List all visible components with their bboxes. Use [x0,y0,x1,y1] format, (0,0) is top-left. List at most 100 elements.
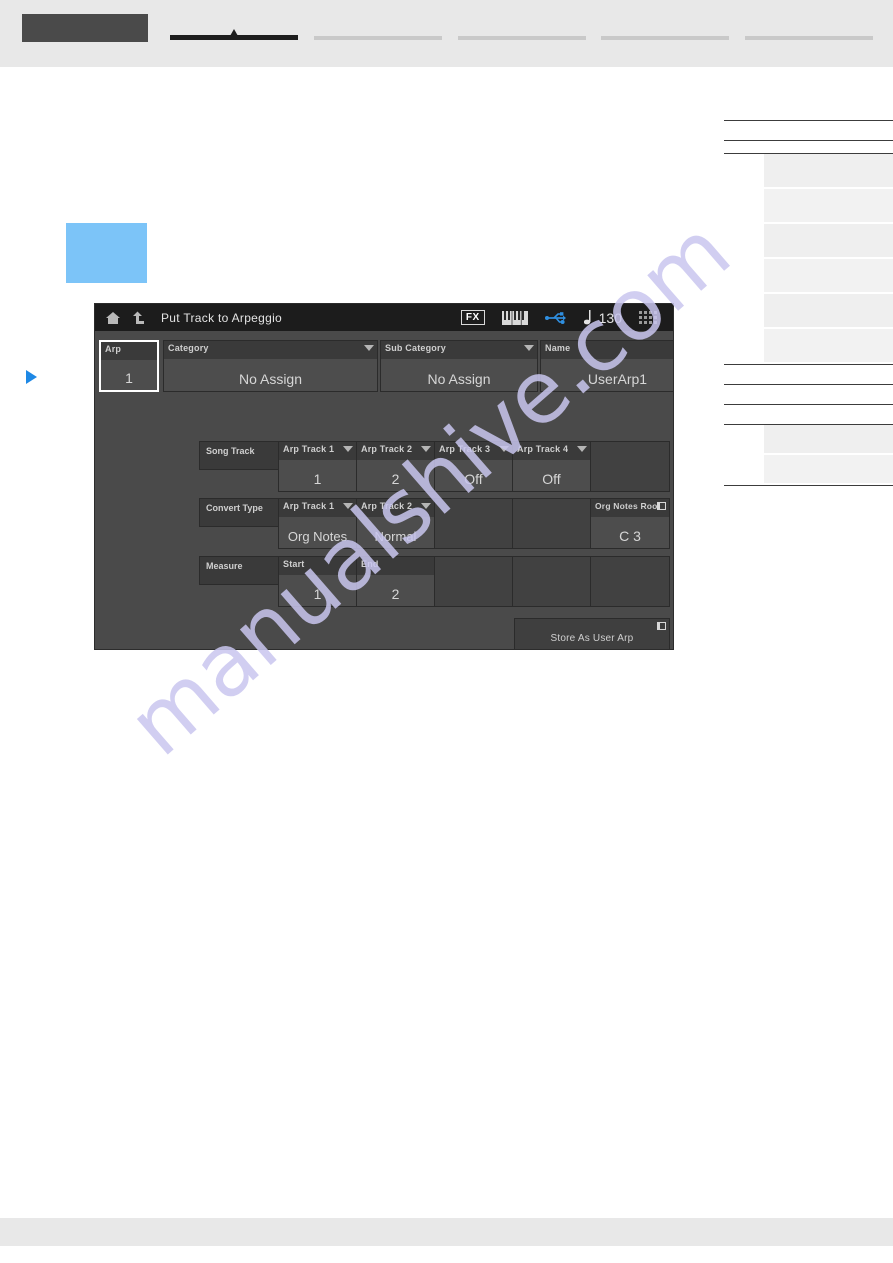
convert-type-row-label: Convert Type [199,498,279,527]
chevron-down-icon [524,345,534,351]
side-index-table [724,120,893,486]
tab-rule-4[interactable] [601,36,729,40]
tab-rule-3[interactable] [458,36,586,40]
cell-value: 2 [391,586,400,602]
cell-value: Off [464,471,483,487]
sub-category-field[interactable]: Sub Category No Assign [380,340,538,392]
side-row-group-bottom [764,425,893,485]
fx-badge: FX [460,310,485,325]
cell-label: Arp Track 2 [361,501,413,511]
song-track-arp-track-1[interactable]: Arp Track 1 1 [278,441,357,492]
active-tab-marker-icon [230,29,238,36]
arp-field[interactable]: Arp 1 [99,340,159,392]
song-track-arp-track-3[interactable]: Arp Track 3 Off [434,441,513,492]
measure-empty-slot [590,556,670,607]
measure-empty-slot [434,556,513,607]
tab-rule-2[interactable] [314,36,442,40]
side-rule-bottom [724,485,893,486]
list-item[interactable] [764,294,893,329]
list-item[interactable] [764,224,893,259]
category-field[interactable]: Category No Assign [163,340,378,392]
list-item[interactable] [764,189,893,224]
convert-type-arp-track-2[interactable]: Arp Track 2 Normal [356,498,435,549]
arp-label: Arp [105,344,122,354]
top-header-band [0,0,893,67]
convert-type-empty-slot [512,498,591,549]
cell-value: Normal [374,529,417,544]
cell-value: 1 [313,471,322,487]
quarter-note-icon [583,310,591,325]
org-notes-root-label: Org Notes Root [595,501,661,511]
measure-start-field[interactable]: Start 1 [278,556,357,607]
side-spacer [724,405,893,424]
cell-label: End [361,559,379,569]
list-item[interactable] [764,455,893,485]
sub-category-value: No Assign [427,371,491,387]
song-track-empty-slot [590,441,670,492]
measure-end-field[interactable]: End 2 [356,556,435,607]
screen-body: Arp 1 Category No Assign Sub Category No… [95,331,673,649]
tab-rule-5[interactable] [745,36,873,40]
tempo-value: 130 [598,309,622,326]
dialog-indicator-icon [657,622,666,630]
cell-label: Arp Track 3 [439,444,491,454]
cell-label: Arp Track 4 [517,444,569,454]
song-track-row-label: Song Track [199,441,279,470]
list-item[interactable] [764,329,893,364]
cell-label: Start [283,559,305,569]
screen-header-bar: Put Track to Arpeggio FX 130 [95,304,673,334]
header-title-block [22,14,148,42]
cell-value: 1 [313,586,322,602]
keyboard-icon [501,310,528,325]
song-track-arp-track-4[interactable]: Arp Track 4 Off [512,441,591,492]
side-row-group [764,154,893,364]
chevron-down-icon [343,446,353,452]
chevron-down-icon [421,503,431,509]
name-value: UserArp1 [587,371,648,387]
synth-screen: Put Track to Arpeggio FX 130 Arp 1 Categ… [94,303,674,650]
store-as-user-arp-button[interactable]: Store As User Arp [514,618,670,649]
cell-label: Arp Track 1 [283,501,335,511]
chevron-down-icon [421,446,431,452]
cell-value: Org Notes [287,529,348,544]
grid-icon[interactable] [639,310,657,325]
tempo-display: 130 [583,309,622,326]
song-track-arp-track-2[interactable]: Arp Track 2 2 [356,441,435,492]
name-field[interactable]: Name [T] UserArp1 [540,340,673,392]
note-select-icon [657,502,666,510]
header-status-group: FX 130 [460,309,663,326]
org-notes-root-value: C 3 [619,528,641,544]
side-spacer [724,385,893,404]
category-value: No Assign [238,371,303,387]
measure-row-label: Measure [199,556,279,585]
convert-type-empty-slot [434,498,513,549]
chevron-down-icon [364,345,374,351]
list-item[interactable] [764,154,893,189]
side-spacer [724,121,893,140]
chevron-down-icon [343,503,353,509]
side-spacer [724,141,893,153]
arp-value: 1 [125,370,133,386]
store-button-label: Store As User Arp [550,632,634,644]
callout-block [66,223,147,283]
category-label: Category [168,343,209,353]
measure-empty-slot [512,556,591,607]
exit-up-icon[interactable] [131,311,145,325]
org-notes-root-field[interactable]: Org Notes Root C 3 [590,498,670,549]
chevron-down-icon [499,446,509,452]
usb-icon [544,311,567,325]
play-triangle-icon [26,370,37,384]
sub-category-label: Sub Category [385,343,446,353]
cell-label: Arp Track 1 [283,444,335,454]
name-label: Name [545,343,571,353]
list-item[interactable] [764,425,893,455]
home-icon[interactable] [105,311,121,325]
list-item[interactable] [764,259,893,294]
footer-band [0,1218,893,1246]
side-spacer [724,365,893,384]
page-title: Put Track to Arpeggio [161,310,283,325]
chevron-down-icon [577,446,587,452]
convert-type-arp-track-1[interactable]: Arp Track 1 Org Notes [278,498,357,549]
cell-label: Arp Track 2 [361,444,413,454]
cell-value: 2 [391,471,400,487]
